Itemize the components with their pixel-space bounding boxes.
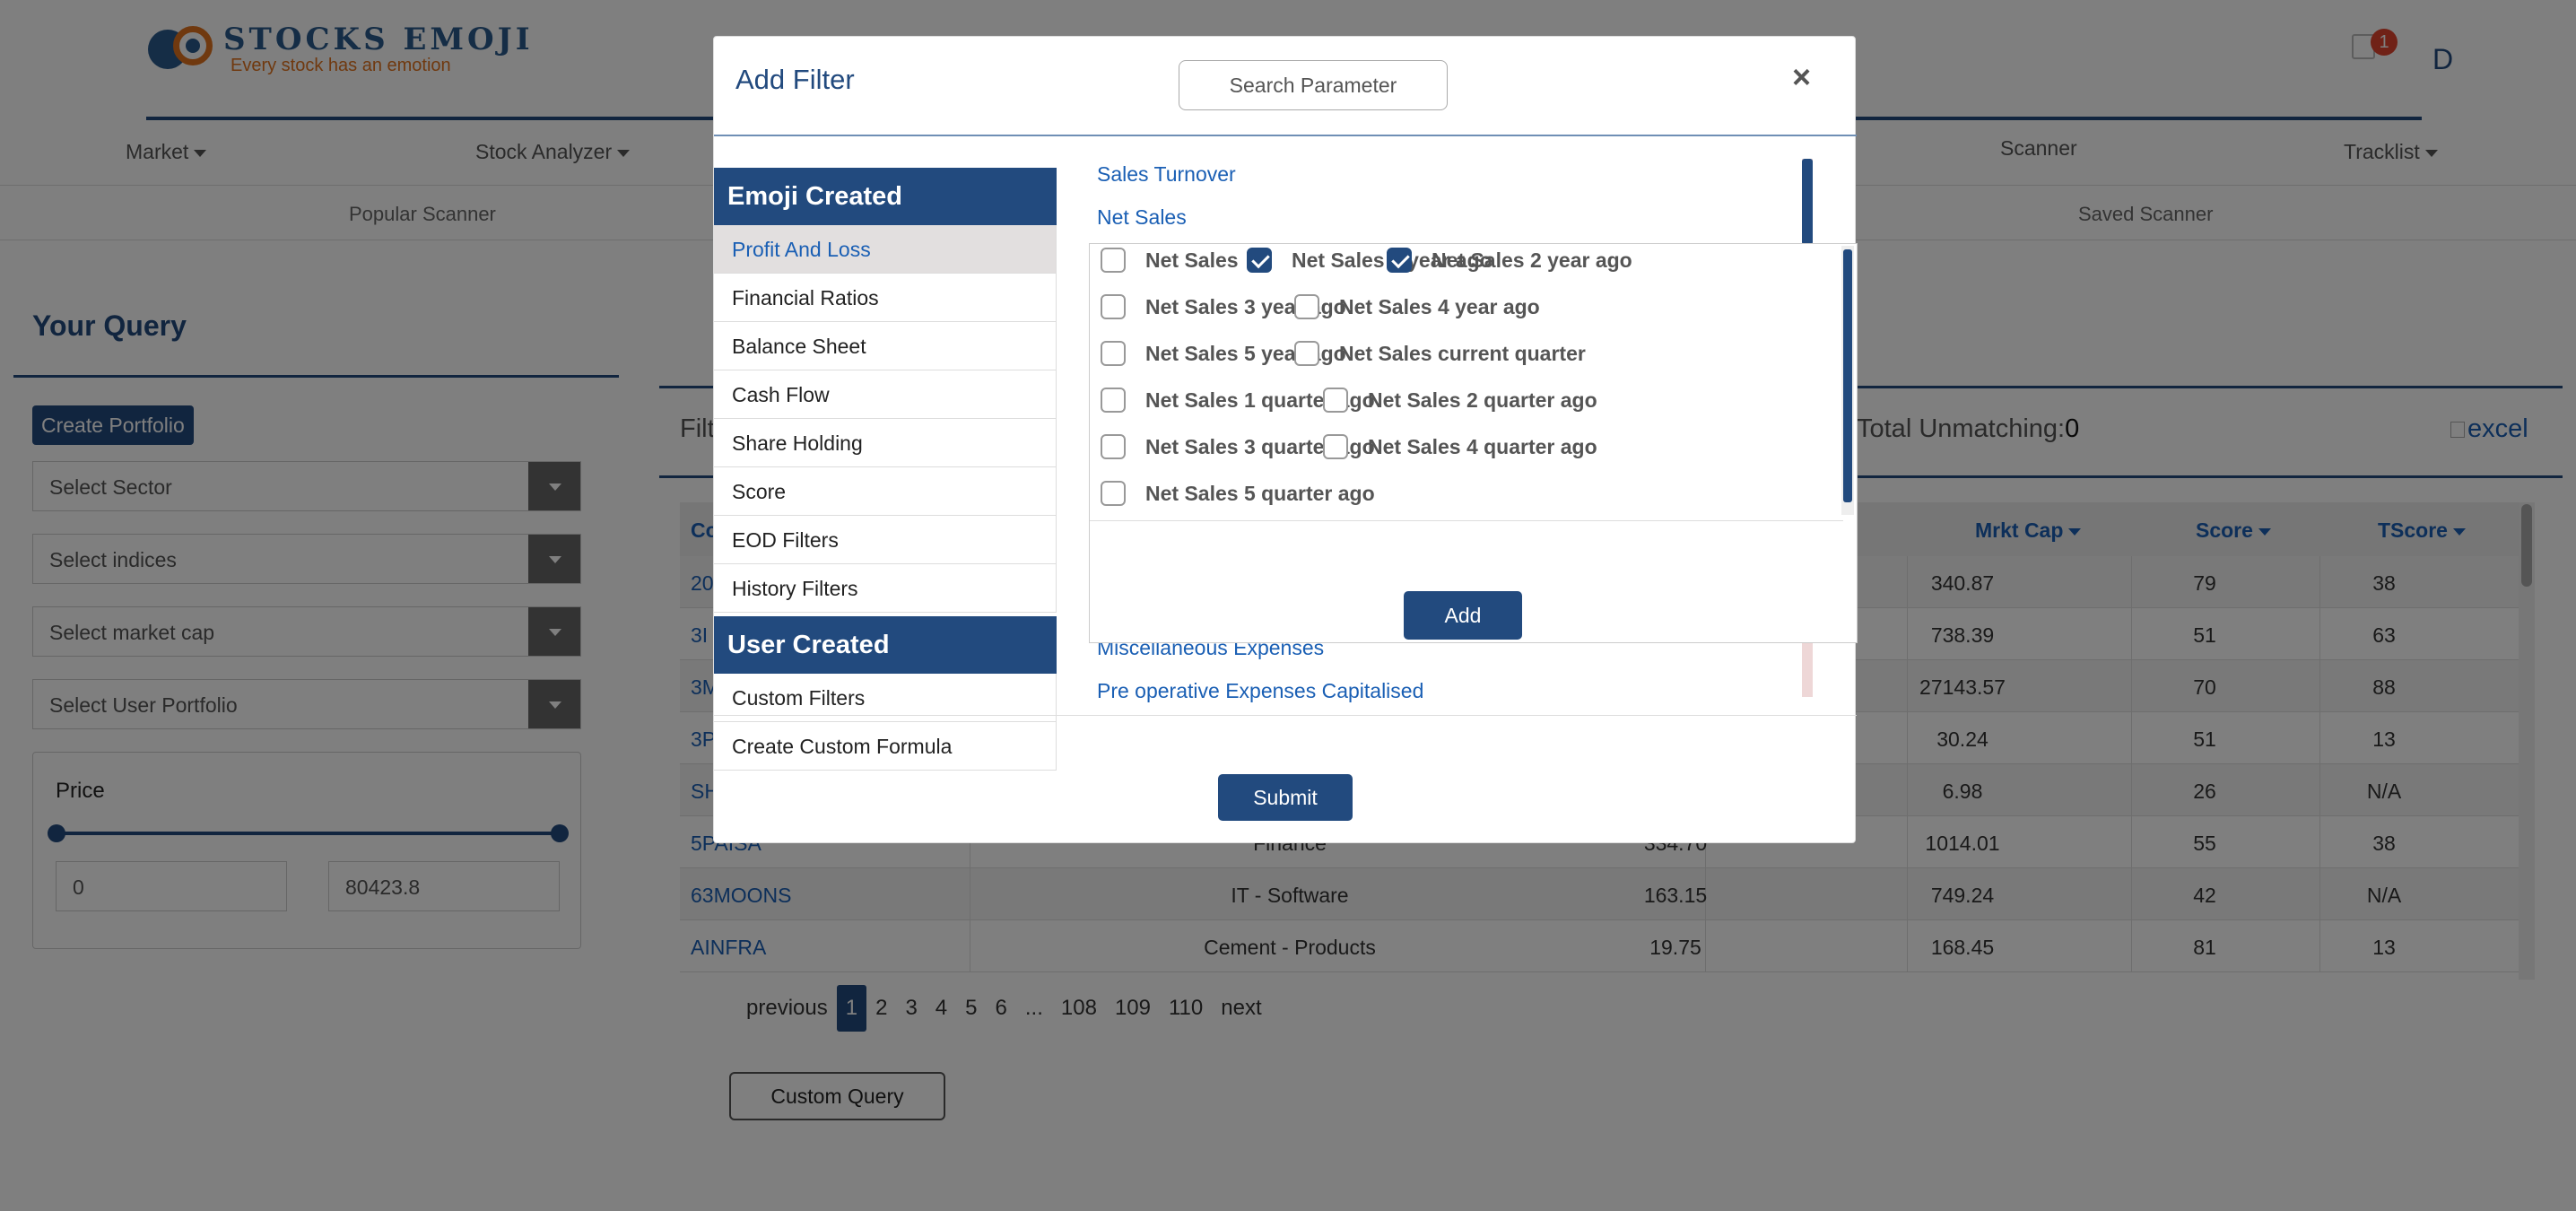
checkbox-icon[interactable] xyxy=(1101,248,1126,273)
category-create-custom-formula[interactable]: Create Custom Formula xyxy=(714,722,1057,771)
parameter-scrollbar-thumb[interactable] xyxy=(1802,159,1813,245)
category-balance-sheet[interactable]: Balance Sheet xyxy=(714,322,1057,370)
options-divider xyxy=(1090,520,1843,521)
checkbox-icon[interactable] xyxy=(1294,341,1319,366)
category-financial-ratios[interactable]: Financial Ratios xyxy=(714,274,1057,322)
category-cash-flow[interactable]: Cash Flow xyxy=(714,370,1057,419)
category-history-filters[interactable]: History Filters xyxy=(714,564,1057,613)
submit-button[interactable]: Submit xyxy=(1218,774,1353,821)
category-score[interactable]: Score xyxy=(714,467,1057,516)
param-pre-operative-expenses[interactable]: Pre operative Expenses Capitalised xyxy=(1097,679,1423,703)
checkbox-icon[interactable] xyxy=(1101,388,1126,413)
param-sales-turnover[interactable]: Sales Turnover xyxy=(1097,162,1236,187)
modal-title: Add Filter xyxy=(735,64,855,95)
checkbox-label: Net Sales 5 quarter ago xyxy=(1145,481,1375,505)
param-net-sales[interactable]: Net Sales xyxy=(1097,205,1187,230)
category-eod-filters[interactable]: EOD Filters xyxy=(714,516,1057,564)
checkbox-option[interactable]: Net Sales 4 year ago xyxy=(1294,294,1540,319)
checkbox-option[interactable]: Net Sales current quarter xyxy=(1294,341,1586,366)
checkbox-label: Net Sales 4 quarter ago xyxy=(1368,434,1597,458)
checkbox-option[interactable]: Net Sales xyxy=(1101,248,1239,273)
checkbox-option[interactable]: Net Sales 5 quarter ago xyxy=(1101,481,1375,506)
net-sales-options-panel: Net SalesNet Sales 1 year agoNet Sales 2… xyxy=(1089,243,1858,643)
checkbox-label: Net Sales 2 year ago xyxy=(1432,248,1632,272)
checkbox-icon[interactable] xyxy=(1323,388,1348,413)
checkbox-label: Net Sales xyxy=(1145,248,1239,272)
checkbox-icon[interactable] xyxy=(1101,434,1126,459)
emoji-created-header: Emoji Created xyxy=(714,168,1057,225)
checkbox-checked-icon[interactable] xyxy=(1247,248,1272,273)
user-created-header: User Created xyxy=(714,616,1057,674)
checkbox-option[interactable]: Net Sales 4 quarter ago xyxy=(1323,434,1597,459)
close-icon[interactable]: × xyxy=(1792,58,1811,96)
checkbox-option[interactable]: Net Sales 2 quarter ago xyxy=(1323,388,1597,413)
options-scrollbar-thumb[interactable] xyxy=(1843,249,1852,502)
checkbox-label: Net Sales 2 quarter ago xyxy=(1368,388,1597,412)
checkbox-label: Net Sales 4 year ago xyxy=(1339,294,1540,318)
checkbox-option[interactable]: Net Sales 2 year ago xyxy=(1387,248,1632,273)
checkbox-label: Net Sales current quarter xyxy=(1339,341,1586,365)
checkbox-icon[interactable] xyxy=(1294,294,1319,319)
search-parameter-input[interactable]: Search Parameter xyxy=(1179,60,1448,110)
checkbox-checked-icon[interactable] xyxy=(1387,248,1412,273)
checkbox-icon[interactable] xyxy=(1101,481,1126,506)
add-filter-modal: Add Filter Search Parameter × Emoji Crea… xyxy=(713,36,1858,843)
category-share-holding[interactable]: Share Holding xyxy=(714,419,1057,467)
category-profit-and-loss[interactable]: Profit And Loss xyxy=(714,225,1057,274)
checkbox-icon[interactable] xyxy=(1323,434,1348,459)
checkbox-icon[interactable] xyxy=(1101,294,1126,319)
add-button[interactable]: Add xyxy=(1404,591,1522,640)
modal-header-divider xyxy=(714,135,1857,136)
checkbox-icon[interactable] xyxy=(1101,341,1126,366)
modal-footer-divider xyxy=(714,715,1857,716)
